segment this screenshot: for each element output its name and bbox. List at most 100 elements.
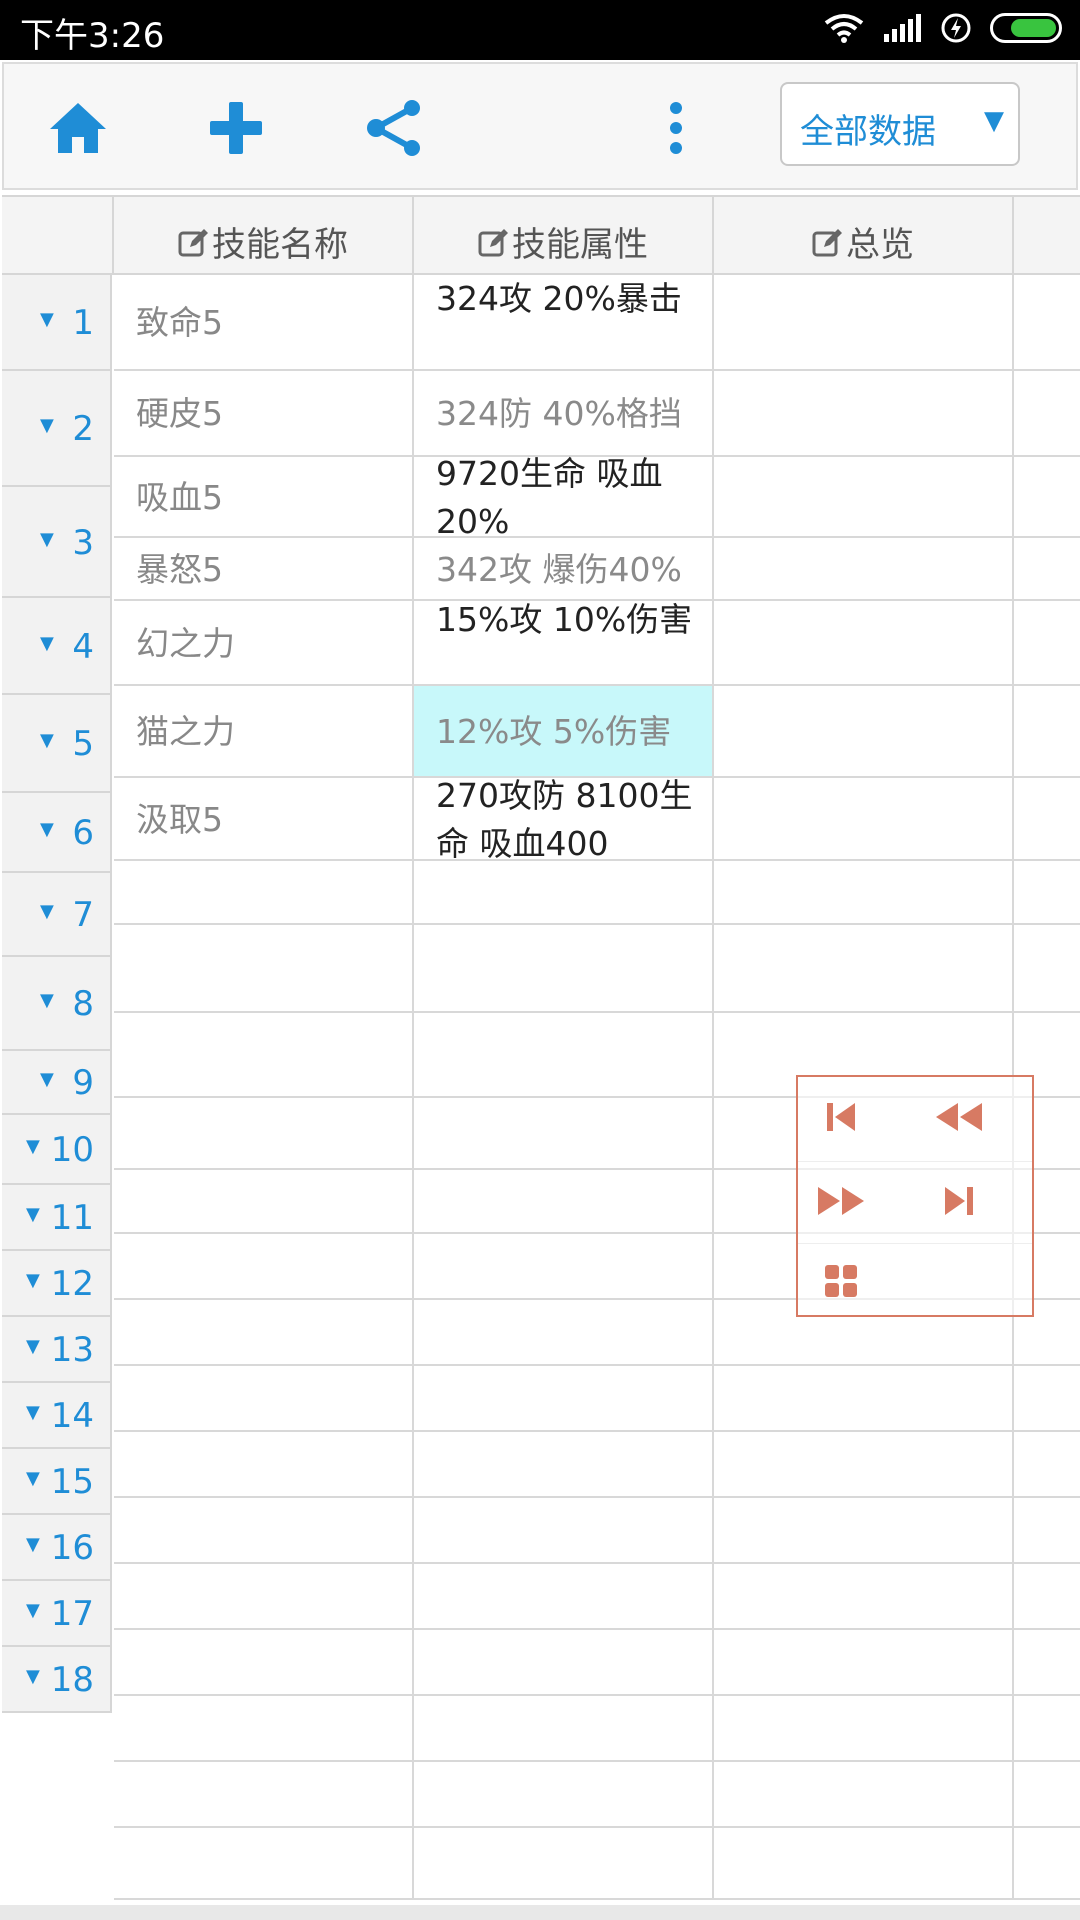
row-header[interactable]: ▼ 2 bbox=[2, 371, 112, 487]
empty-cell[interactable] bbox=[414, 1098, 714, 1170]
row-header[interactable]: ▼ 8 bbox=[2, 957, 112, 1051]
row-header[interactable]: ▼ 1 bbox=[2, 275, 112, 371]
overview-cell[interactable] bbox=[714, 778, 1014, 861]
empty-cell[interactable] bbox=[414, 1564, 714, 1630]
empty-cell[interactable] bbox=[714, 1564, 1014, 1630]
extra-cell[interactable] bbox=[1014, 371, 1080, 457]
row-header[interactable]: ▼ 5 bbox=[2, 695, 112, 793]
empty-cell[interactable] bbox=[1014, 1498, 1080, 1564]
empty-cell[interactable] bbox=[414, 1300, 714, 1366]
row-header[interactable]: ▼ 6 bbox=[2, 793, 112, 873]
empty-cell[interactable] bbox=[714, 1828, 1014, 1900]
empty-cell[interactable] bbox=[414, 1696, 714, 1762]
attr-cell[interactable]: 9720生命 吸血20% bbox=[414, 454, 714, 541]
overview-cell[interactable] bbox=[714, 686, 1014, 778]
empty-cell[interactable] bbox=[1014, 1564, 1080, 1630]
empty-cell[interactable] bbox=[114, 1828, 414, 1900]
overview-cell[interactable] bbox=[714, 457, 1014, 538]
previous-button[interactable] bbox=[924, 1087, 994, 1147]
empty-cell[interactable] bbox=[114, 861, 414, 925]
extra-cell[interactable] bbox=[1014, 457, 1080, 538]
empty-cell[interactable] bbox=[414, 1762, 714, 1828]
empty-cell[interactable] bbox=[1014, 1366, 1080, 1432]
grid-view-button[interactable] bbox=[806, 1251, 876, 1311]
row-header[interactable]: ▼ 3 bbox=[2, 487, 112, 598]
empty-cell[interactable] bbox=[414, 1170, 714, 1234]
empty-cell[interactable] bbox=[1014, 1630, 1080, 1696]
empty-cell[interactable] bbox=[714, 1630, 1014, 1696]
empty-cell[interactable] bbox=[114, 1498, 414, 1564]
empty-cell[interactable] bbox=[114, 925, 414, 1013]
empty-cell[interactable] bbox=[714, 1498, 1014, 1564]
empty-cell[interactable] bbox=[414, 1432, 714, 1498]
name-cell[interactable]: 暴怒5 bbox=[114, 538, 414, 601]
empty-cell[interactable] bbox=[1014, 1762, 1080, 1828]
column-header-name[interactable]: 技能名称 bbox=[114, 195, 414, 275]
empty-cell[interactable] bbox=[1014, 1432, 1080, 1498]
empty-cell[interactable] bbox=[114, 1013, 414, 1098]
overview-cell[interactable] bbox=[714, 275, 1014, 371]
empty-cell[interactable] bbox=[114, 1170, 414, 1234]
empty-cell[interactable] bbox=[714, 925, 1014, 1013]
attr-cell[interactable]: 324防 40%格挡 bbox=[414, 371, 714, 457]
row-header[interactable]: ▼ 11 bbox=[2, 1185, 112, 1251]
empty-cell[interactable] bbox=[114, 1762, 414, 1828]
empty-cell[interactable] bbox=[414, 1013, 714, 1098]
row-header[interactable]: ▼ 7 bbox=[2, 873, 112, 957]
row-header[interactable]: ▼ 17 bbox=[2, 1581, 112, 1647]
column-header-attr[interactable]: 技能属性 bbox=[414, 195, 714, 275]
empty-cell[interactable] bbox=[714, 861, 1014, 925]
empty-cell[interactable] bbox=[114, 1300, 414, 1366]
empty-cell[interactable] bbox=[114, 1630, 414, 1696]
empty-cell[interactable] bbox=[114, 1366, 414, 1432]
empty-cell[interactable] bbox=[114, 1432, 414, 1498]
name-cell[interactable]: 吸血5 bbox=[114, 457, 414, 538]
empty-cell[interactable] bbox=[414, 1828, 714, 1900]
attr-cell[interactable]: 12%攻 5%伤害 bbox=[414, 686, 714, 778]
empty-cell[interactable] bbox=[714, 1762, 1014, 1828]
attr-cell[interactable]: 270攻防 8100生命 吸血400 bbox=[414, 776, 714, 863]
empty-cell[interactable] bbox=[414, 861, 714, 925]
empty-cell[interactable] bbox=[414, 1234, 714, 1300]
attr-cell[interactable]: 15%攻 10%伤害 bbox=[414, 600, 714, 686]
empty-cell[interactable] bbox=[414, 925, 714, 1013]
row-header[interactable]: ▼ 14 bbox=[2, 1383, 112, 1449]
name-cell[interactable]: 幻之力 bbox=[114, 601, 414, 686]
name-cell[interactable]: 致命5 bbox=[114, 275, 414, 371]
empty-cell[interactable] bbox=[1014, 1696, 1080, 1762]
extra-cell[interactable] bbox=[1014, 778, 1080, 861]
extra-cell[interactable] bbox=[1014, 601, 1080, 686]
attr-cell[interactable]: 324攻 20%暴击 bbox=[414, 275, 714, 371]
add-button[interactable] bbox=[196, 88, 276, 168]
row-header[interactable]: ▼ 13 bbox=[2, 1317, 112, 1383]
row-header[interactable]: ▼ 16 bbox=[2, 1515, 112, 1581]
more-button[interactable] bbox=[636, 88, 716, 168]
attr-cell[interactable]: 342攻 爆伤40% bbox=[414, 538, 714, 601]
empty-cell[interactable] bbox=[714, 1432, 1014, 1498]
home-button[interactable] bbox=[38, 88, 118, 168]
empty-cell[interactable] bbox=[114, 1234, 414, 1300]
row-header[interactable]: ▼ 10 bbox=[2, 1115, 112, 1185]
empty-cell[interactable] bbox=[114, 1564, 414, 1630]
extra-cell[interactable] bbox=[1014, 538, 1080, 601]
empty-cell[interactable] bbox=[414, 1498, 714, 1564]
empty-cell[interactable] bbox=[1014, 1828, 1080, 1900]
extra-cell[interactable] bbox=[1014, 275, 1080, 371]
name-cell[interactable]: 汲取5 bbox=[114, 778, 414, 861]
row-header[interactable]: ▼ 15 bbox=[2, 1449, 112, 1515]
share-button[interactable] bbox=[354, 88, 434, 168]
empty-cell[interactable] bbox=[414, 1630, 714, 1696]
empty-cell[interactable] bbox=[714, 1696, 1014, 1762]
row-header[interactable]: ▼ 9 bbox=[2, 1051, 112, 1115]
extra-cell[interactable] bbox=[1014, 686, 1080, 778]
data-filter-dropdown[interactable]: 全部数据 ▼ bbox=[780, 82, 1020, 166]
last-record-button[interactable] bbox=[924, 1171, 994, 1231]
empty-cell[interactable] bbox=[114, 1098, 414, 1170]
row-header[interactable]: ▼ 12 bbox=[2, 1251, 112, 1317]
overview-cell[interactable] bbox=[714, 538, 1014, 601]
empty-cell[interactable] bbox=[1014, 925, 1080, 1013]
first-record-button[interactable] bbox=[806, 1087, 876, 1147]
next-button[interactable] bbox=[806, 1171, 876, 1231]
overview-cell[interactable] bbox=[714, 601, 1014, 686]
row-header[interactable]: ▼ 18 bbox=[2, 1647, 112, 1713]
